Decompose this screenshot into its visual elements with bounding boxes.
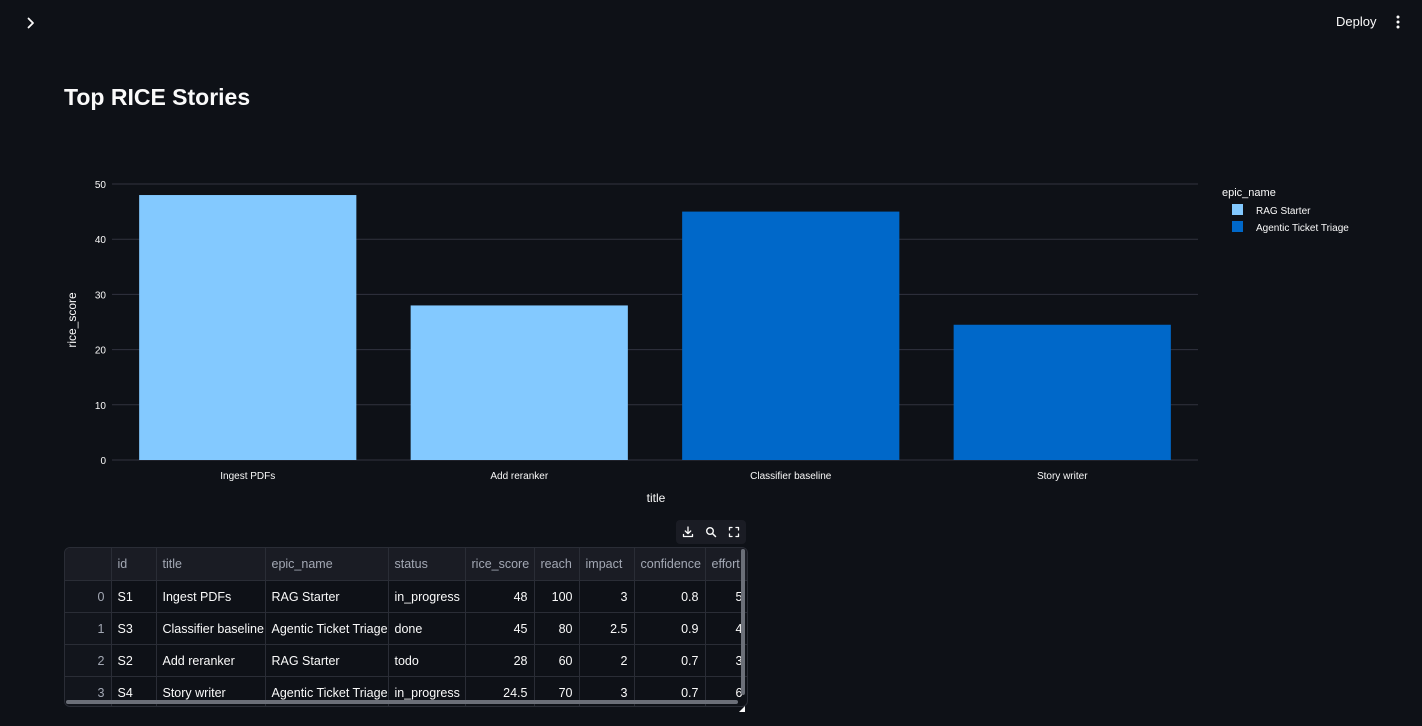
bar[interactable] [953,324,1171,460]
main-menu-button[interactable] [1386,11,1410,33]
y-tick-label: 10 [95,401,107,412]
y-tick-label: 30 [95,290,107,301]
reach-cell[interactable]: 60 [534,644,580,677]
sidebar-expand-button[interactable] [20,12,42,34]
confidence-cell[interactable]: 0.9 [634,612,706,645]
x-tick-label: Add reranker [490,471,548,482]
id-cell[interactable]: S2 [111,644,157,677]
x-axis-label: title [647,491,666,505]
rice-score-cell[interactable]: 48 [465,580,535,613]
epic-name-cell[interactable]: RAG Starter [265,644,389,677]
title-cell[interactable]: Ingest PDFs [156,580,266,613]
fullscreen-icon [729,526,740,538]
epic-name-cell[interactable]: RAG Starter [265,580,389,613]
title-cell[interactable]: Classifier baseline [156,612,266,645]
page-title: Top RICE Stories [64,84,251,110]
table-vertical-scrollbar[interactable] [741,549,745,695]
table-horizontal-scrollbar[interactable] [66,700,738,704]
status-cell[interactable]: in_progress [388,580,466,613]
more-vertical-icon [1396,15,1400,29]
deploy-button[interactable]: Deploy [1326,10,1386,34]
column-header-id[interactable]: id [111,548,157,581]
impact-cell[interactable]: 2 [579,644,635,677]
rice-score-cell[interactable]: 28 [465,644,535,677]
epic-name-cell[interactable]: Agentic Ticket Triage [265,612,389,645]
x-tick-label: Classifier baseline [750,471,832,482]
row-index-cell: 2 [65,644,112,677]
y-axis-label: rice_score [65,292,79,348]
column-header-reach[interactable]: reach [534,548,580,581]
status-cell[interactable]: todo [388,644,466,677]
y-tick-label: 50 [95,180,107,191]
stories-table: id title epic_name status rice_score rea… [65,548,747,706]
chevron-right-icon [27,17,34,29]
legend-title: epic_name [1222,187,1276,199]
download-csv-button[interactable] [678,522,698,542]
y-tick-label: 40 [95,235,107,246]
rice-score-cell[interactable]: 45 [465,612,535,645]
column-header-status[interactable]: status [388,548,466,581]
resize-corner-icon [739,706,745,712]
table-resize-handle[interactable] [739,699,745,712]
column-header-index[interactable] [65,548,112,581]
id-cell[interactable]: S1 [111,580,157,613]
bar[interactable] [139,195,357,460]
bar-chart-svg: 0 10 20 30 40 50 Ingest PDFs Add reranker Class… [65,180,1349,505]
column-header-rice-score[interactable]: rice_score [465,548,535,581]
y-tick-label: 0 [100,456,106,467]
row-index-cell: 1 [65,612,112,645]
stories-dataframe[interactable]: id title epic_name status rice_score rea… [64,547,748,707]
confidence-cell[interactable]: 0.8 [634,580,706,613]
status-cell[interactable]: done [388,612,466,645]
table-row[interactable]: 1 S3 Classifier baseline Agentic Ticket … [65,612,747,645]
bar[interactable] [682,211,900,460]
table-toolbar [676,520,746,544]
impact-cell[interactable]: 3 [579,580,635,613]
legend-swatch[interactable] [1232,204,1243,215]
title-cell[interactable]: Add reranker [156,644,266,677]
fullscreen-button[interactable] [724,522,744,542]
rice-score-bar-chart[interactable]: 0 10 20 30 40 50 Ingest PDFs Add reranker Class… [56,170,1422,515]
reach-cell[interactable]: 100 [534,580,580,613]
table-row[interactable]: 0 S1 Ingest PDFs RAG Starter in_progress… [65,580,747,613]
bar[interactable] [410,305,628,460]
legend-label[interactable]: RAG Starter [1256,206,1311,217]
chart-legend[interactable]: epic_name RAG Starter Agentic Ticket Tria… [1222,187,1349,234]
x-tick-label: Ingest PDFs [220,471,275,482]
id-cell[interactable]: S3 [111,612,157,645]
search-table-button[interactable] [701,522,721,542]
column-header-epic-name[interactable]: epic_name [265,548,389,581]
confidence-cell[interactable]: 0.7 [634,644,706,677]
y-tick-label: 20 [95,346,107,357]
legend-label[interactable]: Agentic Ticket Triage [1256,223,1349,234]
legend-swatch[interactable] [1232,221,1243,232]
impact-cell[interactable]: 2.5 [579,612,635,645]
x-tick-label: Story writer [1037,471,1088,482]
reach-cell[interactable]: 80 [534,612,580,645]
column-header-impact[interactable]: impact [579,548,635,581]
app-header: Deploy [0,0,1422,44]
search-icon [705,527,717,538]
table-row[interactable]: 2 S2 Add reranker RAG Starter todo 28 60… [65,644,747,677]
table-header-row: id title epic_name status rice_score rea… [65,548,747,581]
download-icon [682,526,693,538]
column-header-confidence[interactable]: confidence [634,548,706,581]
column-header-title[interactable]: title [156,548,266,581]
row-index-cell: 0 [65,580,112,613]
